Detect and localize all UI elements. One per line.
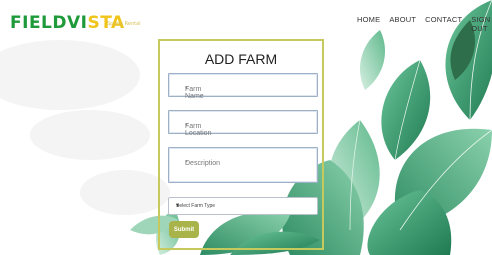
farm-type-select[interactable]: Select Farm Type ▾ bbox=[168, 197, 318, 215]
required-marker: * bbox=[185, 160, 188, 167]
top-nav: HOME ABOUT CONTACT SIGN OUT bbox=[357, 15, 492, 33]
logo-text-part1: FIELDVI bbox=[10, 13, 88, 33]
submit-button[interactable]: Submit bbox=[169, 221, 199, 238]
form-title: ADD FARM bbox=[204, 51, 278, 67]
nav-home[interactable]: HOME bbox=[357, 15, 380, 33]
description-textarea[interactable]: Description * bbox=[168, 147, 318, 183]
nav-contact[interactable]: CONTACT bbox=[425, 15, 462, 33]
add-farm-form: ADD FARM Farm Name * Farm Location * Des… bbox=[158, 39, 324, 250]
required-marker: * bbox=[185, 123, 188, 130]
chevron-down-icon: ▾ bbox=[176, 203, 180, 209]
farm-name-input[interactable]: Farm Name * bbox=[168, 73, 318, 100]
required-marker: * bbox=[185, 86, 188, 93]
brand-tagline: Sports Rental bbox=[107, 21, 141, 27]
farm-location-input[interactable]: Farm Location * bbox=[168, 110, 318, 137]
nav-about[interactable]: ABOUT bbox=[389, 15, 416, 33]
nav-sign-out[interactable]: SIGN OUT bbox=[471, 15, 492, 33]
description-label: Description bbox=[185, 160, 221, 167]
farm-location-label: Farm Location bbox=[185, 123, 212, 137]
